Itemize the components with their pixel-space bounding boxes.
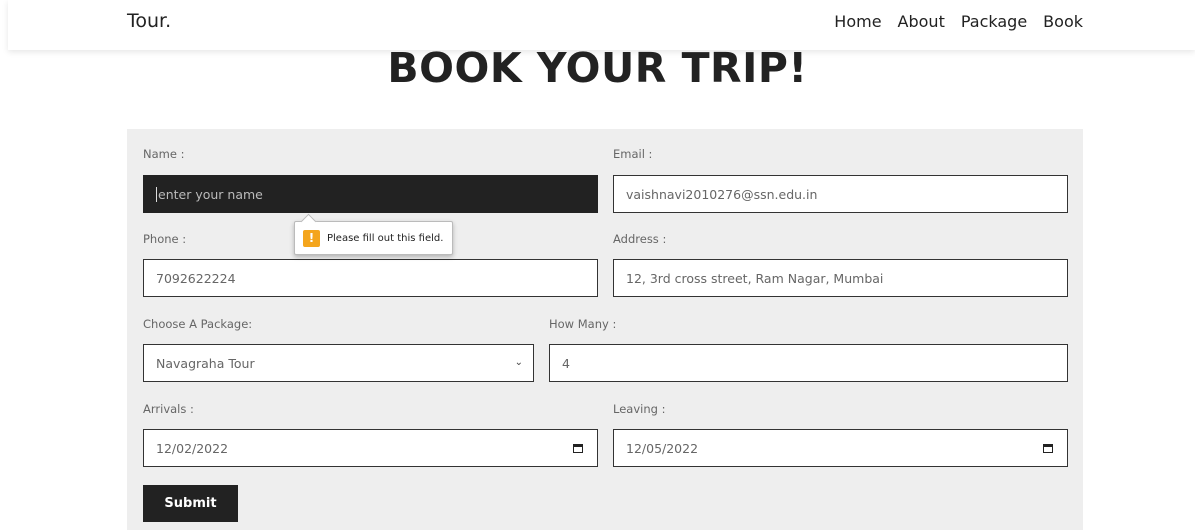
calendar-icon[interactable] [573, 444, 583, 453]
booking-form: Name : enter your name Email : vaishnavi… [127, 129, 1083, 530]
name-placeholder: enter your name [158, 186, 263, 202]
email-input[interactable]: vaishnavi2010276@ssn.edu.in [613, 175, 1068, 213]
logo[interactable]: Tour. [127, 10, 171, 32]
arrivals-label: Arrivals : [143, 402, 194, 416]
submit-button[interactable]: Submit [143, 485, 238, 522]
main-nav: Home About Package Book [834, 12, 1083, 31]
text-caret [156, 186, 157, 202]
package-label: Choose A Package: [143, 317, 253, 331]
email-label: Email : [613, 147, 653, 161]
chevron-down-icon: ⌄ [514, 357, 523, 368]
name-label: Name : [143, 147, 185, 161]
leaving-date-input[interactable]: 12/05/2022 [613, 429, 1068, 467]
leaving-label: Leaving : [613, 402, 666, 416]
package-select[interactable]: Navagraha Tour ⌄ [143, 344, 534, 382]
how-many-label: How Many : [549, 317, 617, 331]
page-title: BOOK YOUR TRIP! [387, 44, 808, 92]
nav-book[interactable]: Book [1043, 12, 1083, 31]
site-header: Tour. Home About Package Book [8, 0, 1195, 50]
address-label: Address : [613, 232, 667, 246]
phone-label: Phone : [143, 232, 187, 246]
email-value: vaishnavi2010276@ssn.edu.in [626, 186, 818, 202]
arrivals-date-input[interactable]: 12/02/2022 [143, 429, 598, 467]
leaving-value: 12/05/2022 [626, 440, 699, 456]
calendar-icon[interactable] [1043, 444, 1053, 453]
nav-about[interactable]: About [898, 12, 945, 31]
how-many-input[interactable]: 4 [549, 344, 1068, 382]
nav-package[interactable]: Package [961, 12, 1027, 31]
package-value: Navagraha Tour [156, 355, 255, 371]
arrivals-value: 12/02/2022 [156, 440, 229, 456]
phone-input[interactable]: 7092622224 [143, 259, 598, 297]
address-value: 12, 3rd cross street, Ram Nagar, Mumbai [626, 270, 884, 286]
phone-value: 7092622224 [156, 270, 236, 286]
name-input[interactable]: enter your name [143, 175, 598, 213]
nav-home[interactable]: Home [834, 12, 881, 31]
tooltip-text: Please fill out this field. [327, 232, 444, 244]
how-many-value: 4 [562, 355, 570, 371]
address-input[interactable]: 12, 3rd cross street, Ram Nagar, Mumbai [613, 259, 1068, 297]
validation-tooltip: ! Please fill out this field. [294, 221, 454, 255]
warning-icon: ! [303, 229, 320, 247]
